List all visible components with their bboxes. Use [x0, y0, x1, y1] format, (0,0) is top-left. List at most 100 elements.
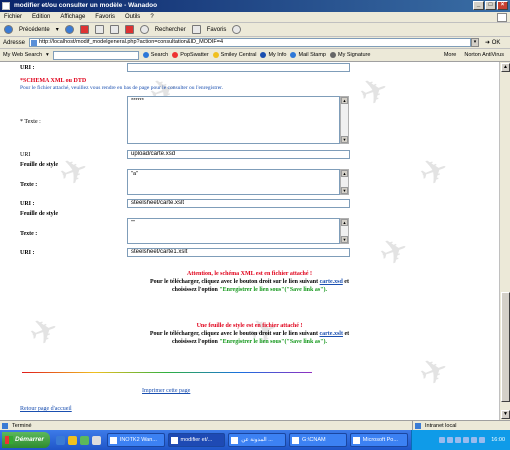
- smiley-icon: [212, 52, 219, 58]
- address-input[interactable]: http://localhost/modif_modelgeneral.php?…: [29, 38, 472, 47]
- schema-choose-option: choisissez l'option: [171, 287, 218, 293]
- stylesheet-warning: Une feuille de style est en fichier atta…: [196, 323, 303, 329]
- stylesheet-attachment-notice: Une feuille de style est en fichier atta…: [0, 322, 499, 346]
- my-web-search-label[interactable]: My Web Search: [3, 52, 42, 58]
- dropdown-arrow-icon[interactable]: ▾: [56, 26, 59, 33]
- menu-help[interactable]: ?: [150, 14, 153, 20]
- uri2-label: URI: [20, 152, 31, 158]
- go-button[interactable]: ➜ OK: [485, 39, 500, 46]
- watermark-icon: ✈: [374, 228, 415, 276]
- uri3-input[interactable]: steelsheet/carte.xslt: [127, 199, 350, 208]
- print-page-link[interactable]: Imprimer cette page: [142, 388, 190, 394]
- stylesheet-file-link[interactable]: carte.xslt: [319, 331, 343, 337]
- scroll-down-icon[interactable]: ▼: [341, 187, 348, 194]
- tray-icon[interactable]: [455, 437, 462, 443]
- search-icon: [142, 52, 149, 58]
- tray-icon[interactable]: [479, 437, 486, 443]
- schema-attachment-notice: Attention, le schéma XML est en fichier …: [0, 270, 499, 294]
- link-mail-stamp-label: Mail Stamp: [298, 52, 326, 58]
- menu-affichage[interactable]: Affichage: [60, 14, 85, 20]
- menu-fichier[interactable]: Fichier: [4, 14, 22, 20]
- tray-icon[interactable]: [463, 437, 470, 443]
- history-icon[interactable]: [232, 25, 242, 34]
- scroll-down-icon[interactable]: ▼: [501, 410, 510, 419]
- schema-file-link[interactable]: carte.xsd: [320, 279, 343, 285]
- uri2-input[interactable]: upload/carte.xsd: [127, 150, 350, 159]
- texte2-textarea[interactable]: "a": [127, 169, 340, 195]
- texte3-textarea[interactable]: "": [127, 218, 340, 244]
- uri4-input[interactable]: steelsheet/carte1.xslt: [127, 248, 350, 257]
- quick-launch: [53, 435, 104, 445]
- forward-arrow-icon[interactable]: [64, 25, 74, 34]
- task-label: المدونة عن ...: [241, 437, 273, 443]
- close-button[interactable]: ×: [497, 1, 508, 10]
- tray-icon[interactable]: [471, 437, 478, 443]
- uri-input[interactable]: [127, 63, 350, 72]
- minimize-button[interactable]: _: [473, 1, 484, 10]
- back-arrow-icon[interactable]: [4, 25, 13, 34]
- desktop-quicklaunch-icon[interactable]: [67, 435, 77, 445]
- watermark-icon: ✈: [414, 148, 455, 196]
- search-button[interactable]: Rechercher: [155, 27, 186, 33]
- favorites-button[interactable]: Favoris: [207, 27, 227, 33]
- textarea-scrollbar[interactable]: ▲ ▼: [340, 218, 349, 244]
- texte-textarea[interactable]: ******: [127, 96, 340, 144]
- taskbar-item[interactable]: Microsoft Po...: [349, 433, 408, 447]
- search-go-label: Search: [150, 52, 169, 58]
- uri4-label: URI :: [20, 250, 35, 256]
- taskbar-item[interactable]: INOTK2 Wan...: [106, 433, 165, 447]
- tray-icon[interactable]: [439, 437, 446, 443]
- scroll-up-icon[interactable]: ▲: [341, 97, 348, 104]
- stylesheet-save-link-option: "Enregistrer le lien sous"("Save link as…: [219, 339, 327, 345]
- app-quicklaunch-icon[interactable]: [91, 435, 101, 445]
- link-my-info[interactable]: My Info: [260, 52, 286, 58]
- link-mail-stamp[interactable]: Mail Stamp: [290, 52, 326, 58]
- watermark-icon: ✈: [54, 148, 95, 196]
- refresh-icon[interactable]: [94, 25, 104, 34]
- page-content: ✈ ✈ ✈ ✈ ✈ ✈ ✈ ✈ URI : *SCHEMA XML ou DTD…: [0, 62, 499, 420]
- maximize-button[interactable]: □: [485, 1, 496, 10]
- link-my-signature[interactable]: My Signature: [330, 52, 370, 58]
- textarea-scrollbar[interactable]: ▲ ▼: [340, 96, 349, 144]
- scroll-down-icon[interactable]: ▼: [341, 136, 348, 143]
- toolbar-app-icon[interactable]: [124, 25, 134, 34]
- system-tray: 16:00: [410, 430, 510, 450]
- status-bar: Terminé Intranet local: [0, 420, 510, 430]
- address-dropdown-button[interactable]: ▾: [471, 38, 480, 47]
- task-label: INOTK2 Wan...: [119, 437, 157, 443]
- home-icon[interactable]: [109, 25, 119, 34]
- scroll-up-icon[interactable]: ▲: [341, 219, 348, 226]
- ie-quicklaunch-icon[interactable]: [55, 435, 65, 445]
- textarea-scrollbar[interactable]: ▲ ▼: [340, 169, 349, 195]
- search-icon[interactable]: [139, 25, 149, 34]
- back-button[interactable]: Précédente: [19, 27, 50, 33]
- favorites-icon[interactable]: [191, 25, 201, 34]
- stylesheet-download-instruction: Pour le télécharger, cliquez avec le bou…: [149, 331, 318, 337]
- menu-edition[interactable]: Edition: [32, 14, 50, 20]
- popswatter-icon: [172, 52, 179, 58]
- task-label: modifier et/...: [180, 437, 213, 443]
- menu-favoris[interactable]: Favoris: [95, 14, 115, 20]
- scroll-thumb[interactable]: [501, 292, 510, 402]
- scroll-up-icon[interactable]: ▲: [341, 170, 348, 177]
- norton-antivirus-button[interactable]: Norton AntiVirus: [464, 52, 504, 58]
- menu-outils[interactable]: Outils: [125, 14, 140, 20]
- scroll-down-icon[interactable]: ▼: [341, 236, 348, 243]
- search-go-button[interactable]: Search: [142, 52, 169, 58]
- taskbar-item-active[interactable]: modifier et/...: [167, 433, 226, 447]
- page-scrollbar[interactable]: ▲ ▼: [499, 62, 510, 420]
- taskbar-item[interactable]: المدونة عن ...: [228, 433, 287, 447]
- web-search-input[interactable]: [52, 50, 139, 60]
- scroll-up-icon[interactable]: ▲: [501, 63, 510, 72]
- stop-icon[interactable]: [79, 25, 89, 34]
- taskbar-item[interactable]: G:\CNAM: [289, 433, 347, 447]
- more-button[interactable]: More: [444, 52, 457, 58]
- link-popswatter[interactable]: PopSwatter: [172, 52, 209, 58]
- link-smiley-central[interactable]: Smiley Central: [212, 52, 256, 58]
- stylesheet-instruction-et: et: [344, 331, 350, 337]
- tray-icon[interactable]: [447, 437, 454, 443]
- chevron-down-icon[interactable]: ▾: [46, 52, 49, 58]
- home-page-link[interactable]: Retour page d'accueil: [20, 406, 72, 412]
- start-button[interactable]: Démarrer: [2, 432, 50, 448]
- media-quicklaunch-icon[interactable]: [79, 435, 89, 445]
